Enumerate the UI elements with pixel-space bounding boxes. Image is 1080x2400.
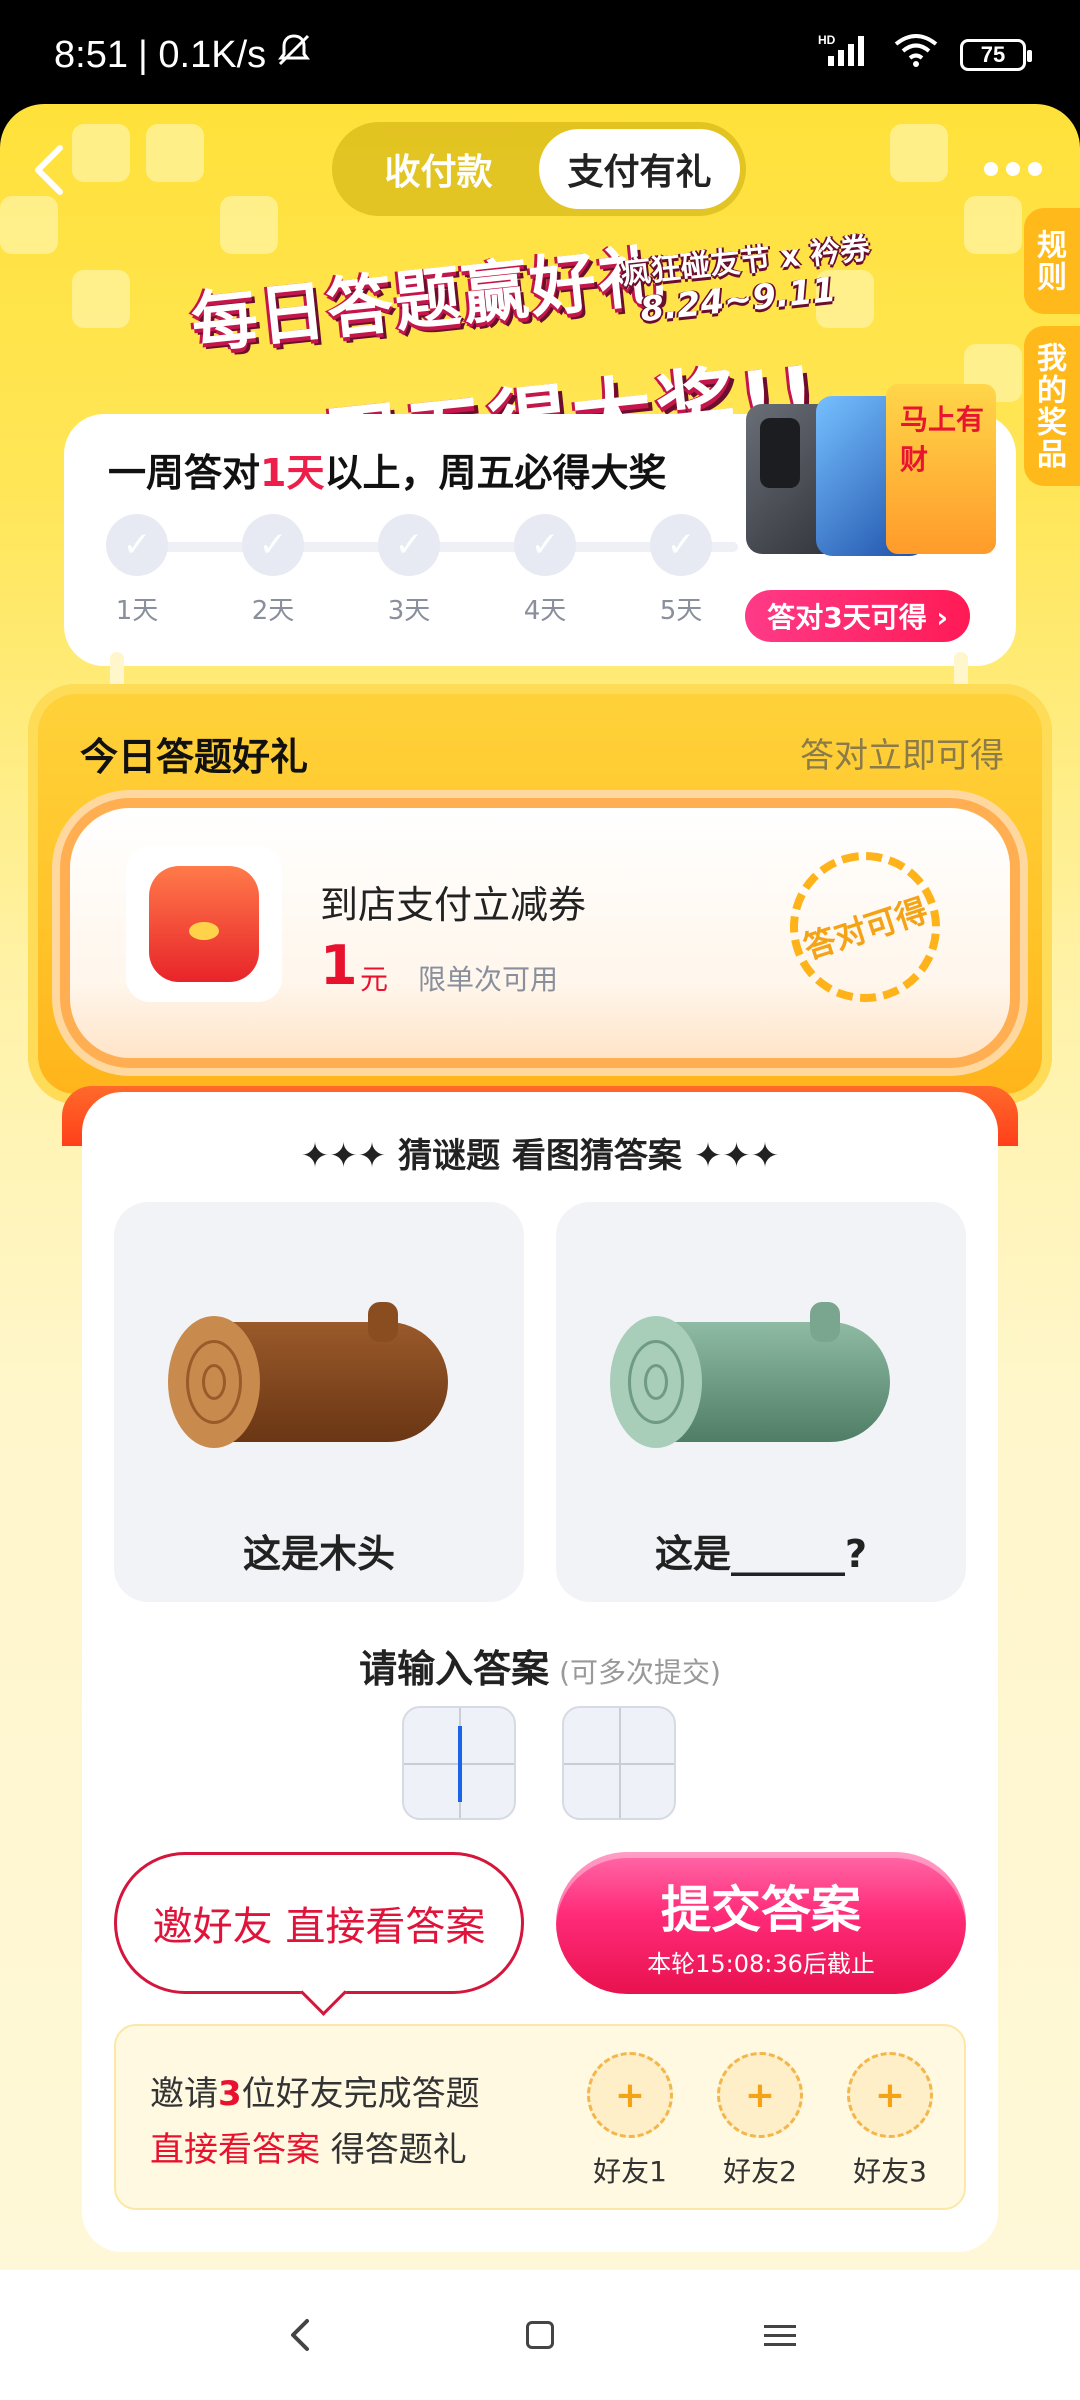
weekly-title-highlight: 1天 (260, 451, 325, 495)
jade-log-image (610, 1302, 910, 1452)
quiz-panel: ✦✦✦ 猜谜题 看图猜答案 ✦✦✦ 这是木头 这是______? 请输入答案 (… (82, 1092, 998, 2252)
answer-char-box-2[interactable] (562, 1706, 676, 1820)
system-navigation-bar (0, 2270, 1080, 2400)
coupon-amount: 1 (320, 934, 358, 997)
friend-slot-label: 好友2 (723, 2155, 797, 2188)
invite-line-1-suffix: 位好友完成答题 (241, 2074, 480, 2114)
text-cursor (458, 1726, 462, 1802)
coupon-card[interactable]: 到店支付立减券 1 元 限单次可用 答对可得 (70, 808, 1010, 1058)
wood-log-image (168, 1302, 468, 1452)
dot-icon (1006, 162, 1020, 176)
quiz-picture-jade: 这是______? (556, 1202, 966, 1602)
add-friend-icon: + (847, 2052, 933, 2138)
add-friend-icon: + (587, 2052, 673, 2138)
today-reward-section: 今日答题好礼 答对立即可得 到店支付立减券 1 元 限单次可用 答对可得 (28, 684, 1052, 1104)
invite-line-1: 邀请3位好友完成答题 (150, 2066, 480, 2115)
banner-headline: 每日答题赢好礼 (187, 236, 670, 363)
day-check-icon: ✓ (378, 514, 440, 576)
chevron-left-icon (35, 145, 63, 195)
day-check-icon: ✓ (242, 514, 304, 576)
status-network-speed: | 0.1K/s (137, 33, 267, 76)
friend-slot-2[interactable]: + 好友2 (710, 2052, 810, 2190)
submit-answer-button[interactable]: 提交答案 本轮15:08:36后截止 (556, 1852, 966, 1994)
friend-slot-label: 好友1 (593, 2155, 667, 2188)
tab-pay-collect[interactable]: 收付款 (338, 129, 539, 209)
day-label: 2天 (251, 596, 295, 626)
quiz-picture-wood: 这是木头 (114, 1202, 524, 1602)
dot-icon (1028, 162, 1042, 176)
answer-input-title: 请输入答案 (可多次提交) (82, 1638, 998, 1693)
wifi-icon (894, 32, 938, 78)
prize-3-days-button[interactable]: 答对3天可得 › (745, 590, 970, 642)
dot-icon (984, 162, 998, 176)
day-label: 3天 (387, 596, 431, 626)
coupon-name: 到店支付立减券 (320, 883, 587, 927)
red-envelope-card-icon: 马上有财 (886, 384, 996, 554)
submit-button-label: 提交答案 (661, 1881, 861, 1939)
invite-button-label: 邀好友 直接看答案 (152, 1904, 486, 1950)
hd-signal-icon: HD (818, 32, 872, 78)
status-left: 8:51 | 0.1K/s (54, 32, 312, 78)
status-right: HD 75 (818, 32, 1032, 78)
answer-correct-stamp: 答对可得 (770, 832, 960, 1022)
invite-friends-box: 邀请3位好友完成答题 直接看答案 得答题礼 + 好友1 + 好友2 + 好友3 (114, 2024, 966, 2210)
weekly-title: 一周答对1天以上，周五必得大奖 (108, 442, 666, 497)
quiz-caption-question: 这是______? (654, 1532, 868, 1576)
weekly-title-suffix: 以上，周五必得大奖 (324, 451, 667, 495)
weekly-title-prefix: 一周答对 (108, 451, 261, 495)
rules-side-tab[interactable]: 规则 (1024, 208, 1080, 314)
more-options-button[interactable] (984, 154, 1044, 184)
nav-home-button[interactable] (500, 2295, 580, 2375)
answer-input-label: 请输入答案 (359, 1647, 550, 1691)
coupon-unit: 元 (360, 963, 389, 996)
prize-card-text: 马上有财 (900, 403, 985, 476)
friend-slot-3[interactable]: + 好友3 (840, 2052, 940, 2190)
answer-char-box-1[interactable] (402, 1706, 516, 1820)
day-label: 4天 (523, 596, 567, 626)
day-check-icon: ✓ (514, 514, 576, 576)
today-note: 答对立即可得 (800, 736, 1004, 776)
invite-count: 3 (218, 2074, 242, 2114)
top-tab-switch: 收付款 支付有礼 (332, 122, 746, 216)
answer-input-hint: (可多次提交) (559, 1656, 721, 1689)
invite-line-1-prefix: 邀请 (150, 2074, 218, 2114)
bell-off-icon (276, 32, 312, 78)
today-title: 今日答题好礼 (80, 735, 309, 779)
back-button[interactable] (28, 140, 80, 200)
svg-text:HD: HD (818, 33, 836, 47)
add-friend-icon: + (717, 2052, 803, 2138)
coupon-limit: 限单次可用 (418, 963, 559, 996)
invite-line-2: 直接看答案 得答题礼 (150, 2122, 467, 2171)
day-check-icon: ✓ (650, 514, 712, 576)
status-time: 8:51 (54, 33, 128, 76)
weekly-progress-card: 一周答对1天以上，周五必得大奖 ✓ ✓ ✓ ✓ ✓ 1天 2天 3天 4天 5天… (64, 384, 1016, 666)
quiz-caption-wood: 这是木头 (242, 1532, 395, 1576)
quiz-title: ✦✦✦ 猜谜题 看图猜答案 ✦✦✦ (300, 1136, 780, 1176)
grand-prize-image: 马上有财 (736, 374, 996, 574)
nav-recents-button[interactable] (740, 2295, 820, 2375)
invite-line-2-suffix: 得答题礼 (320, 2130, 467, 2170)
red-packet-icon (126, 846, 282, 1002)
day-label: 5天 (659, 596, 703, 626)
nav-home-icon (526, 2321, 554, 2349)
payment-gift-page: 收付款 支付有礼 规则 我的奖品 每日答题赢好礼 疯狂碰友节 x 衿券 8.24… (0, 104, 1080, 2270)
friend-slot-label: 好友3 (853, 2155, 927, 2188)
submit-deadline: 本轮15:08:36后截止 (647, 1950, 875, 1978)
nav-back-button[interactable] (260, 2295, 340, 2375)
day-check-icon: ✓ (106, 514, 168, 576)
battery-icon: 75 (960, 39, 1032, 71)
status-bar: 8:51 | 0.1K/s HD 75 (0, 0, 1080, 110)
invite-line-2-highlight: 直接看答案 (150, 2130, 320, 2170)
nav-back-icon (291, 2319, 309, 2351)
my-prizes-side-tab[interactable]: 我的奖品 (1024, 326, 1080, 486)
day-label: 1天 (115, 596, 159, 626)
tab-payment-gift[interactable]: 支付有礼 (539, 129, 740, 209)
invite-friend-see-answer-button[interactable]: 邀好友 直接看答案 (114, 1852, 524, 1994)
friend-slot-1[interactable]: + 好友1 (580, 2052, 680, 2190)
nav-menu-icon (764, 2319, 796, 2352)
